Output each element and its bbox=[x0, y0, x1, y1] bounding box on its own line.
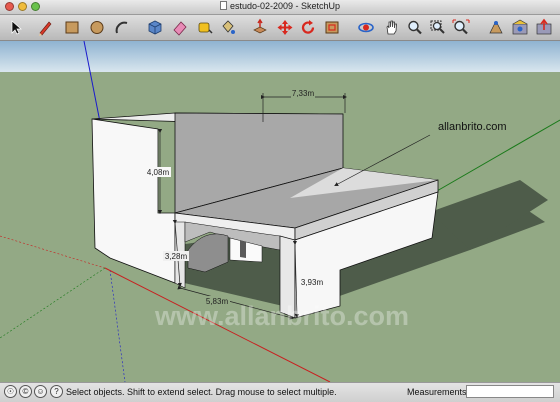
rectangle-tool-button[interactable] bbox=[62, 18, 82, 37]
pencil-icon bbox=[39, 21, 52, 36]
zoom-extents-icon bbox=[452, 19, 470, 35]
window-title-text: estudo-02-2009 - SketchUp bbox=[229, 1, 341, 11]
dimension-lower-height: 3,28m bbox=[165, 252, 188, 261]
line-tool-button[interactable] bbox=[35, 18, 55, 37]
share-model-button[interactable] bbox=[534, 18, 554, 37]
rectangle-icon bbox=[65, 21, 79, 34]
watermark: www.allanbrito.com bbox=[154, 301, 409, 331]
move-icon bbox=[277, 20, 293, 35]
document-icon bbox=[219, 1, 227, 10]
component-icon bbox=[148, 20, 162, 35]
dimension-front-height: 3,93m bbox=[301, 278, 324, 287]
select-tool-button[interactable] bbox=[5, 18, 25, 37]
paint-bucket-tool-button[interactable] bbox=[218, 18, 238, 37]
user-icon[interactable]: ☺ bbox=[34, 385, 47, 398]
arc-tool-button[interactable] bbox=[112, 18, 132, 37]
measurements-label: Measurements bbox=[407, 387, 467, 397]
zoom-icon bbox=[408, 20, 422, 35]
share-model-icon bbox=[536, 18, 552, 35]
zoom-tool-button[interactable] bbox=[405, 18, 425, 37]
credits-icon[interactable]: © bbox=[19, 385, 32, 398]
warehouse-icon bbox=[512, 19, 528, 35]
arc-icon bbox=[115, 21, 128, 34]
pan-tool-button[interactable] bbox=[382, 18, 402, 37]
move-tool-button[interactable] bbox=[275, 18, 295, 37]
circle-tool-button[interactable] bbox=[87, 18, 107, 37]
dimension-top-width: 7,33m bbox=[292, 89, 315, 98]
orbit-tool-button[interactable] bbox=[356, 18, 376, 37]
eraser-tool-button[interactable] bbox=[170, 18, 190, 37]
sky bbox=[0, 41, 560, 72]
push-pull-icon bbox=[253, 18, 267, 34]
rotate-tool-button[interactable] bbox=[298, 18, 318, 37]
offset-tool-button[interactable] bbox=[322, 18, 342, 37]
drawing-area[interactable]: 7,33m 4,08m 3,28m 5,83m 3,93m allanbrito… bbox=[0, 41, 560, 382]
get-models-button[interactable] bbox=[510, 18, 530, 37]
tape-measure-tool-button[interactable] bbox=[195, 18, 215, 37]
geo-location-icon[interactable]: ☉ bbox=[4, 385, 17, 398]
zoom-window-icon bbox=[430, 20, 445, 34]
model-scene[interactable]: 7,33m 4,08m 3,28m 5,83m 3,93m allanbrito… bbox=[0, 41, 560, 382]
offset-icon bbox=[325, 21, 339, 34]
eraser-icon bbox=[173, 21, 187, 36]
arrow-cursor-icon bbox=[11, 20, 22, 35]
rotate-icon bbox=[301, 20, 315, 34]
hand-icon bbox=[386, 20, 397, 35]
title-bar: estudo-02-2009 - SketchUp bbox=[0, 0, 560, 15]
paint-bucket-icon bbox=[222, 20, 235, 34]
dimension-upper-height: 4,08m bbox=[147, 168, 170, 177]
zoom-window-tool-button[interactable] bbox=[428, 18, 448, 37]
window-title: estudo-02-2009 - SketchUp bbox=[0, 1, 560, 11]
tape-measure-icon bbox=[198, 22, 213, 34]
status-text: Select objects. Shift to extend select. … bbox=[66, 387, 337, 397]
help-icon[interactable]: ? bbox=[50, 385, 63, 398]
main-toolbar bbox=[0, 15, 560, 41]
position-camera-tool-button[interactable] bbox=[486, 18, 506, 37]
orbit-icon bbox=[358, 22, 374, 33]
make-component-button[interactable] bbox=[145, 18, 165, 37]
window-mullion bbox=[240, 240, 246, 258]
circle-icon bbox=[90, 21, 104, 34]
position-camera-icon bbox=[489, 21, 503, 34]
annotation-text: allanbrito.com bbox=[438, 121, 506, 133]
zoom-extents-tool-button[interactable] bbox=[451, 18, 471, 37]
measurements-input[interactable] bbox=[466, 385, 554, 398]
status-bar: ☉ © ☺ ? Select objects. Shift to extend … bbox=[0, 382, 560, 402]
push-pull-tool-button[interactable] bbox=[250, 18, 270, 37]
